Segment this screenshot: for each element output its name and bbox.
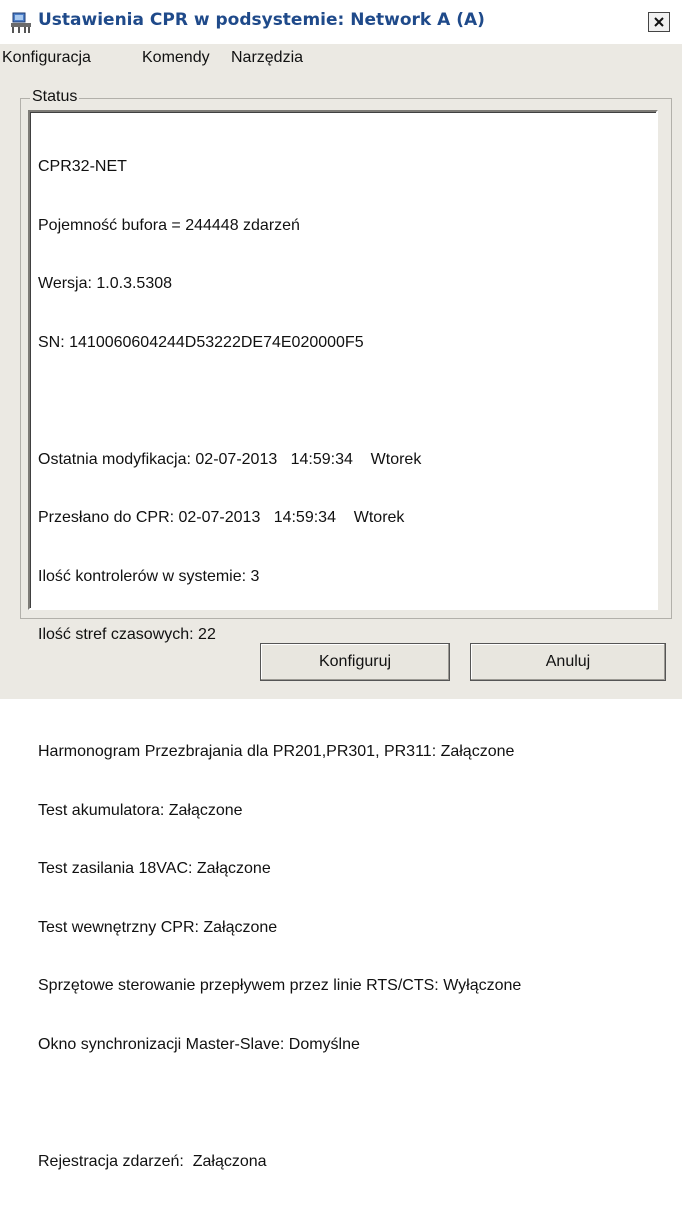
menu-item-narzedzia[interactable]: Narzędzia [231,49,303,67]
status-line [38,684,521,704]
window-title: Ustawienia CPR w podsystemie: Network A … [38,10,485,30]
status-line [38,391,521,411]
status-line: Pojemność bufora = 244448 zdarzeń [38,216,300,234]
status-line: Sprzętowe sterowanie przepływem przez li… [38,977,522,994]
status-line: Test zasilania 18VAC: Załączone [38,860,271,877]
status-line: Ilość kontrolerów w systemie: 3 [38,567,260,585]
status-line: Rejestracja zdarzeń: Załączona [38,1152,267,1170]
cancel-button[interactable]: Anuluj [470,643,666,681]
status-line: Ostatnia modyfikacja: 02-07-2013 14:59:3… [38,450,422,468]
configure-button[interactable]: Konfiguruj [260,643,450,681]
status-line: Wersja: 1.0.3.5308 [38,275,173,292]
status-line: Harmonogram Przezbrajania dla PR201,PR30… [38,743,515,760]
status-line: CPR32-NET [38,158,127,175]
title-bar[interactable]: Ustawienia CPR w podsystemie: Network A … [0,0,682,44]
network-app-icon [11,12,31,33]
status-line: SN: 1410060604244D53222DE74E020000F5 [38,333,364,351]
status-group-label: Status [30,88,80,106]
status-line: Przesłano do CPR: 02-07-2013 14:59:34 Wt… [38,509,405,526]
status-line: Test akumulatora: Załączone [38,801,243,819]
menu-bar: Konfiguracja Komendy Narzędzia [0,44,682,74]
status-line: Test wewnętrzny CPR: Załączone [38,918,278,936]
status-line [38,1093,521,1113]
close-icon [654,17,664,27]
close-button[interactable] [648,12,670,32]
status-line: Ilość stref czasowych: 22 [38,626,216,643]
status-line: Okno synchronizacji Master-Slave: Domyśl… [38,1035,360,1053]
cpr-settings-window: Ustawienia CPR w podsystemie: Network A … [0,0,682,1170]
menu-item-konfiguracja[interactable]: Konfiguracja [2,49,91,67]
menu-item-komendy[interactable]: Komendy [142,49,210,67]
status-textbox[interactable]: CPR32-NET Pojemność bufora = 244448 zdar… [28,110,658,1170]
